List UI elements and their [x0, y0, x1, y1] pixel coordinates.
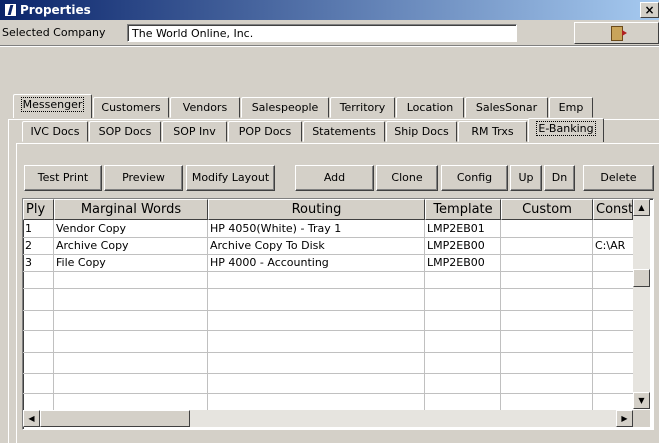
vertical-scroll-thumb[interactable] [633, 269, 650, 287]
column-header-routing[interactable]: Routing [208, 199, 425, 220]
clone-button[interactable]: Clone [376, 165, 438, 191]
up-button[interactable]: Up [510, 165, 542, 191]
cell-template[interactable]: LMP2EB01 [425, 220, 500, 237]
tab-pop-docs[interactable]: POP Docs [228, 121, 302, 142]
horizontal-scrollbar[interactable]: ◀ ▶ [23, 410, 633, 427]
cell-const[interactable] [593, 220, 633, 237]
row-divider [23, 271, 633, 272]
separator [0, 45, 659, 47]
exit-door-icon [610, 26, 627, 41]
tab-location[interactable]: Location [396, 97, 464, 118]
cell-const[interactable]: C:\AR [593, 237, 633, 254]
cell-ply[interactable]: 2 [23, 237, 53, 254]
row-divider [23, 352, 633, 353]
vertical-scrollbar[interactable]: ▲ ▼ [633, 199, 650, 409]
row-divider [23, 373, 633, 374]
scroll-corner [633, 410, 650, 427]
config-button[interactable]: Config [441, 165, 508, 191]
cell-routing[interactable]: HP 4050(White) - Tray 1 [208, 220, 424, 237]
cell-ply[interactable]: 3 [23, 254, 53, 271]
tab-salespeople[interactable]: Salespeople [241, 97, 329, 118]
tab-statements[interactable]: Statements [303, 121, 385, 142]
cell-marginal-words[interactable]: Archive Copy [54, 237, 207, 254]
scroll-right-button[interactable]: ▶ [616, 410, 633, 427]
tab-rm-trxs[interactable]: RM Trxs [458, 121, 527, 142]
row-divider [23, 330, 633, 331]
title-bar [0, 0, 659, 20]
modify-layout-button[interactable]: Modify Layout [186, 165, 275, 191]
tab-emp[interactable]: Emp [549, 97, 593, 118]
column-header-custom[interactable]: Custom [501, 199, 593, 220]
tab-sop-inv[interactable]: SOP Inv [162, 121, 227, 142]
documents-grid[interactable]: Ply Marginal Words Routing Template Cust… [22, 198, 654, 430]
row-divider [23, 310, 633, 311]
tab-vendors[interactable]: Vendors [170, 97, 240, 118]
tab-territory[interactable]: Territory [330, 97, 395, 118]
close-button[interactable]: × [640, 2, 659, 18]
exit-button[interactable] [574, 22, 659, 44]
tab-ivc-docs[interactable]: IVC Docs [22, 121, 88, 142]
down-button[interactable]: Dn [544, 165, 575, 191]
test-print-button[interactable]: Test Print [24, 165, 102, 191]
column-header-marginal-words[interactable]: Marginal Words [54, 199, 208, 220]
tab-e-banking[interactable]: E-Banking [528, 118, 604, 142]
cell-routing[interactable]: HP 4000 - Accounting [208, 254, 424, 271]
cell-custom[interactable] [501, 237, 592, 254]
row-divider [23, 288, 633, 289]
cell-routing[interactable]: Archive Copy To Disk [208, 237, 424, 254]
column-header-ply[interactable]: Ply [23, 199, 54, 220]
column-header-template[interactable]: Template [425, 199, 501, 220]
scroll-down-button[interactable]: ▼ [633, 392, 650, 409]
cell-marginal-words[interactable]: Vendor Copy [54, 220, 207, 237]
company-field[interactable]: The World Online, Inc. [127, 24, 517, 42]
tab-salessonar[interactable]: SalesSonar [465, 97, 548, 118]
add-button[interactable]: Add [295, 165, 374, 191]
window-title: Properties [20, 3, 91, 17]
cell-template[interactable]: LMP2EB00 [425, 237, 500, 254]
cell-custom[interactable] [501, 220, 592, 237]
company-label: Selected Company [2, 26, 106, 39]
row-divider [23, 393, 633, 394]
tab-messenger[interactable]: Messenger [13, 94, 92, 118]
app-icon [4, 3, 17, 17]
delete-button[interactable]: Delete [583, 165, 654, 191]
tab-ship-docs[interactable]: Ship Docs [386, 121, 457, 142]
cell-template[interactable]: LMP2EB00 [425, 254, 500, 271]
horizontal-scroll-thumb[interactable] [40, 410, 190, 427]
cell-const[interactable] [593, 254, 633, 271]
preview-button[interactable]: Preview [104, 165, 183, 191]
cell-custom[interactable] [501, 254, 592, 271]
cell-marginal-words[interactable]: File Copy [54, 254, 207, 271]
column-header-const[interactable]: Const [593, 199, 633, 220]
scroll-up-button[interactable]: ▲ [633, 199, 650, 216]
tab-sop-docs[interactable]: SOP Docs [89, 121, 161, 142]
tab-customers[interactable]: Customers [93, 97, 169, 118]
scroll-left-button[interactable]: ◀ [23, 410, 40, 427]
cell-ply[interactable]: 1 [23, 220, 53, 237]
